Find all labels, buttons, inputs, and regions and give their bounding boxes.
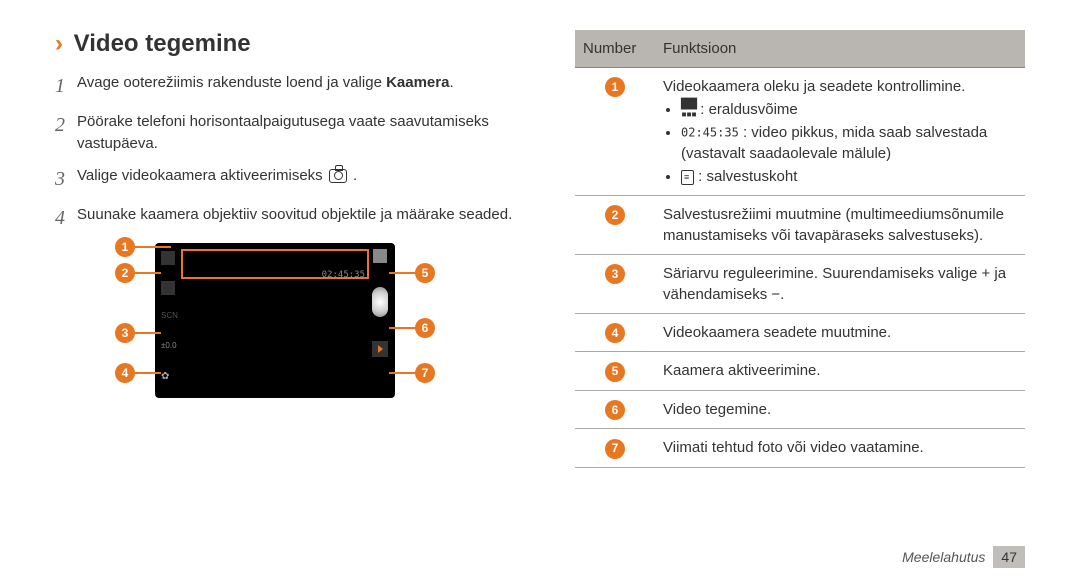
callout-4: 4 bbox=[115, 363, 135, 383]
col-number: Number bbox=[575, 30, 655, 68]
table-row: 6 Video tegemine. bbox=[575, 390, 1025, 428]
record-button-icon bbox=[372, 287, 388, 317]
mms-icon bbox=[161, 281, 175, 295]
bullet-item: 02:45:35 : video pikkus, mida saab salve… bbox=[681, 122, 1017, 164]
gallery-thumb-icon bbox=[372, 341, 388, 357]
step: 2 Pöörake telefoni horisontaalpaigutuseg… bbox=[55, 111, 515, 155]
row-badge: 2 bbox=[605, 205, 625, 225]
section-title: › Video tegemine bbox=[55, 30, 515, 58]
row-desc: Kaamera aktiveerimine. bbox=[663, 362, 821, 379]
step-text: Suunake kaamera objektiiv soovitud objek… bbox=[77, 204, 515, 233]
row-desc: Viimati tehtud foto või video vaatamine. bbox=[663, 439, 924, 456]
callout-5: 5 bbox=[415, 263, 435, 283]
section-title-text: Video tegemine bbox=[74, 30, 251, 57]
row-desc: Salvestusrežiimi muutmine (multimeediums… bbox=[663, 206, 1004, 244]
callout-6: 6 bbox=[415, 318, 435, 338]
table-row: 4 Videokaamera seadete muutmine. bbox=[575, 314, 1025, 352]
callout-2: 2 bbox=[115, 263, 135, 283]
step-number: 1 bbox=[55, 72, 77, 101]
callout-3: 3 bbox=[115, 323, 135, 343]
row-desc: Videokaamera oleku ja seadete kontrollim… bbox=[663, 78, 965, 95]
row-badge: 7 bbox=[605, 439, 625, 459]
step: 4 Suunake kaamera objektiiv soovitud obj… bbox=[55, 204, 515, 233]
page-footer: Meelelahutus 47 bbox=[902, 546, 1025, 568]
time-overlay: 02:45:35 bbox=[322, 270, 365, 280]
step-number: 2 bbox=[55, 111, 77, 155]
step-number: 4 bbox=[55, 204, 77, 233]
row-badge: 6 bbox=[605, 400, 625, 420]
step-number: 3 bbox=[55, 165, 77, 194]
res-icon bbox=[161, 251, 175, 265]
table-row: 5 Kaamera aktiveerimine. bbox=[575, 352, 1025, 390]
ev-icon: ±0.0 bbox=[161, 341, 175, 355]
scn-icon: SCN bbox=[161, 311, 175, 325]
storage-icon bbox=[681, 170, 694, 185]
step-text: Avage ooterežiimis rakenduste loend ja v… bbox=[77, 72, 515, 101]
row-badge: 1 bbox=[605, 77, 625, 97]
callout-1: 1 bbox=[115, 237, 135, 257]
gear-icon: ✿ bbox=[161, 371, 175, 385]
row-badge: 4 bbox=[605, 323, 625, 343]
table-row: 7 Viimati tehtud foto või video vaatamine… bbox=[575, 429, 1025, 467]
resolution-icon: ███▪▪▪ bbox=[681, 100, 696, 120]
row-desc: Säriarvu reguleerimine. Suurendamiseks v… bbox=[663, 265, 1006, 303]
table-row: 3 Säriarvu reguleerimine. Suurendamiseks … bbox=[575, 255, 1025, 314]
bullet-item: ███▪▪▪ : eraldusvõime bbox=[681, 99, 1017, 120]
function-table: Number Funktsioon 1 Videokaamera oleku ja… bbox=[575, 30, 1025, 468]
row-desc: Videokaamera seadete muutmine. bbox=[663, 324, 891, 341]
table-row: 1 Videokaamera oleku ja seadete kontrolli… bbox=[575, 68, 1025, 196]
page-number: 47 bbox=[993, 546, 1025, 568]
row-badge: 5 bbox=[605, 362, 625, 382]
camcorder-icon bbox=[373, 249, 387, 263]
footer-label: Meelelahutus bbox=[902, 549, 985, 565]
step: 3 Valige videokaamera aktiveerimiseks . bbox=[55, 165, 515, 194]
camera-screenshot: SCN ±0.0 ✿ 02:45:35 1 2 3 4 5 6 7 bbox=[155, 243, 395, 398]
duration-icon: 02:45:35 bbox=[681, 126, 739, 140]
bullet-item: : salvestuskoht bbox=[681, 166, 1017, 187]
chevron-right-icon: › bbox=[55, 30, 63, 58]
row-desc: Video tegemine. bbox=[663, 401, 771, 418]
step: 1 Avage ooterežiimis rakenduste loend ja… bbox=[55, 72, 515, 101]
callout-7: 7 bbox=[415, 363, 435, 383]
table-row: 2 Salvestusrežiimi muutmine (multimeedium… bbox=[575, 196, 1025, 255]
step-text: Pöörake telefoni horisontaalpaigutusega … bbox=[77, 111, 515, 155]
step-text: Valige videokaamera aktiveerimiseks . bbox=[77, 165, 515, 194]
col-function: Funktsioon bbox=[655, 30, 1025, 68]
row-badge: 3 bbox=[605, 264, 625, 284]
